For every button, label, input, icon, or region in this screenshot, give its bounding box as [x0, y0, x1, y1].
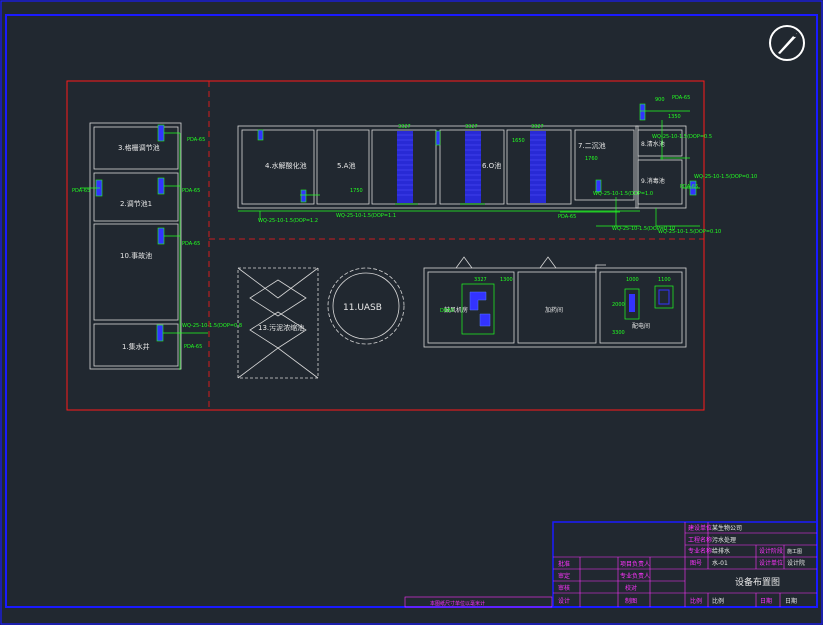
room-dim-4: 1100	[658, 277, 671, 283]
process-dim-1: 1750	[350, 188, 363, 194]
tank-label-9: 9.消毒池	[641, 177, 665, 185]
tb-row-2-mid: 校对	[625, 584, 637, 592]
tb-stage-value: 施工图	[787, 548, 802, 555]
tb-designunit-value: 设计院	[787, 559, 805, 567]
process-dim-2: 1350	[668, 114, 681, 120]
tb-scale-value: 比例	[712, 597, 724, 605]
tank-label-8: 8.清水池	[641, 140, 665, 148]
process-note-1: WQ-25-10-1.5(DOP=1.2	[258, 218, 318, 224]
pen-nib-icon[interactable]	[768, 24, 806, 62]
tb-project-label: 建设单位	[688, 524, 712, 532]
tb-drawingno-label: 图号	[690, 560, 702, 567]
left-tank-group	[89, 122, 182, 370]
tank-label-3: 3.格栅调节池	[118, 143, 160, 152]
left-dim-2: PDA-65	[182, 188, 200, 194]
aeration-band-2	[465, 131, 481, 203]
process-note-5: WQ-25-10-1.5(DOP=1.0	[593, 191, 653, 197]
left-dim-4: PDA-65	[184, 344, 202, 350]
tb-date-label: 日期	[760, 597, 772, 605]
left-dim-1: PDA-65	[187, 137, 205, 143]
process-dim-5: PDA-65	[672, 95, 690, 101]
process-note-4: WQ-25-10-1.5(DOP=0.10	[694, 174, 757, 180]
tb-project-value: 某生物公司	[712, 524, 742, 532]
tb-scale-label: 比例	[690, 597, 702, 605]
tb-drawingno-value: 水-01	[712, 559, 728, 567]
dim-aeration-3: 3327	[531, 124, 544, 130]
sludge-thickener	[237, 267, 319, 379]
room-dim-3: 1000	[626, 277, 639, 283]
room-label-right: 配电间	[632, 322, 650, 330]
equipment-building	[423, 256, 687, 348]
process-dim-6: PDA-65	[680, 184, 698, 190]
tank-label-5: 5.A池	[337, 161, 355, 170]
left-dim-5: PDA-65	[72, 188, 90, 194]
tb-engineering-label: 工程名称	[688, 536, 712, 544]
tb-row-3-left: 设计	[558, 597, 570, 605]
tb-stage-label: 设计阶段	[759, 547, 783, 555]
tank-label-6: 6.O池	[482, 161, 501, 170]
tb-major-value: 给排水	[712, 547, 730, 555]
left-dim-3: PDA-65	[182, 241, 200, 247]
process-note-7: WQ-25-10-1.5(DOP=0.10	[658, 229, 721, 235]
left-pipe-note: WQ-25-10-1.5(DOP=0.8	[182, 323, 242, 329]
tb-date-value: 日期	[785, 597, 797, 605]
tb-row-1-left: 审定	[558, 572, 570, 580]
process-dim-3: 1760	[585, 156, 598, 162]
tb-row-0-mid: 项目负责人	[620, 560, 650, 568]
dim-aeration-2: 3327	[465, 124, 478, 130]
tank-label-7: 7.二沉池	[578, 141, 606, 150]
tb-engineering-value: 污水处理	[712, 536, 736, 544]
process-dim-4: 1650	[512, 138, 525, 144]
room-dim-7: DN50	[440, 308, 454, 314]
aeration-band-1	[397, 131, 413, 203]
drawing-frame	[5, 14, 818, 608]
tb-row-1-mid: 专业负责人	[620, 572, 650, 580]
tank-label-10: 10.事故池	[120, 251, 152, 260]
tb-designunit-label: 设计单位	[759, 559, 783, 567]
room-label-mid: 加药间	[545, 306, 563, 314]
process-note-2: WQ-25-10-1.5(DOP=1.1	[336, 213, 396, 219]
tb-major-label: 专业名称	[688, 547, 712, 555]
tb-row-3-mid: 制图	[625, 597, 637, 605]
process-dim-7: 900	[655, 97, 665, 103]
uasb-label: 11.UASB	[343, 303, 382, 313]
room-dim-2: 1300	[500, 277, 513, 283]
tank-label-1: 1.集水井	[122, 342, 150, 351]
bottom-note: 本图纸尺寸单位以毫米计	[430, 600, 485, 607]
process-dim-8: PDA-65	[558, 214, 576, 220]
room-dim-6: 3300	[612, 330, 625, 336]
left-pumps	[95, 124, 165, 342]
tank-label-2: 2.调节池1	[120, 199, 152, 208]
room-dim-1: 3327	[474, 277, 487, 283]
tb-row-2-left: 审核	[558, 584, 570, 592]
tb-row-0-left: 批准	[558, 560, 570, 568]
process-note-3: WQ-25-10-1.5(DOP=0.5	[652, 134, 712, 140]
cad-drawing-canvas: 3.格栅调节池 2.调节池1 10.事故池 1.集水井 PDA-65 PDA-6…	[0, 0, 823, 625]
sludge-label: 13.污泥浓缩池	[258, 323, 304, 332]
room-dim-5: 2000	[612, 302, 625, 308]
tank-label-4: 4.水解酸化池	[265, 161, 307, 170]
tb-drawing-title: 设备布置图	[735, 576, 780, 588]
aeration-band-3	[530, 131, 546, 203]
dim-aeration-1: 3327	[398, 124, 411, 130]
